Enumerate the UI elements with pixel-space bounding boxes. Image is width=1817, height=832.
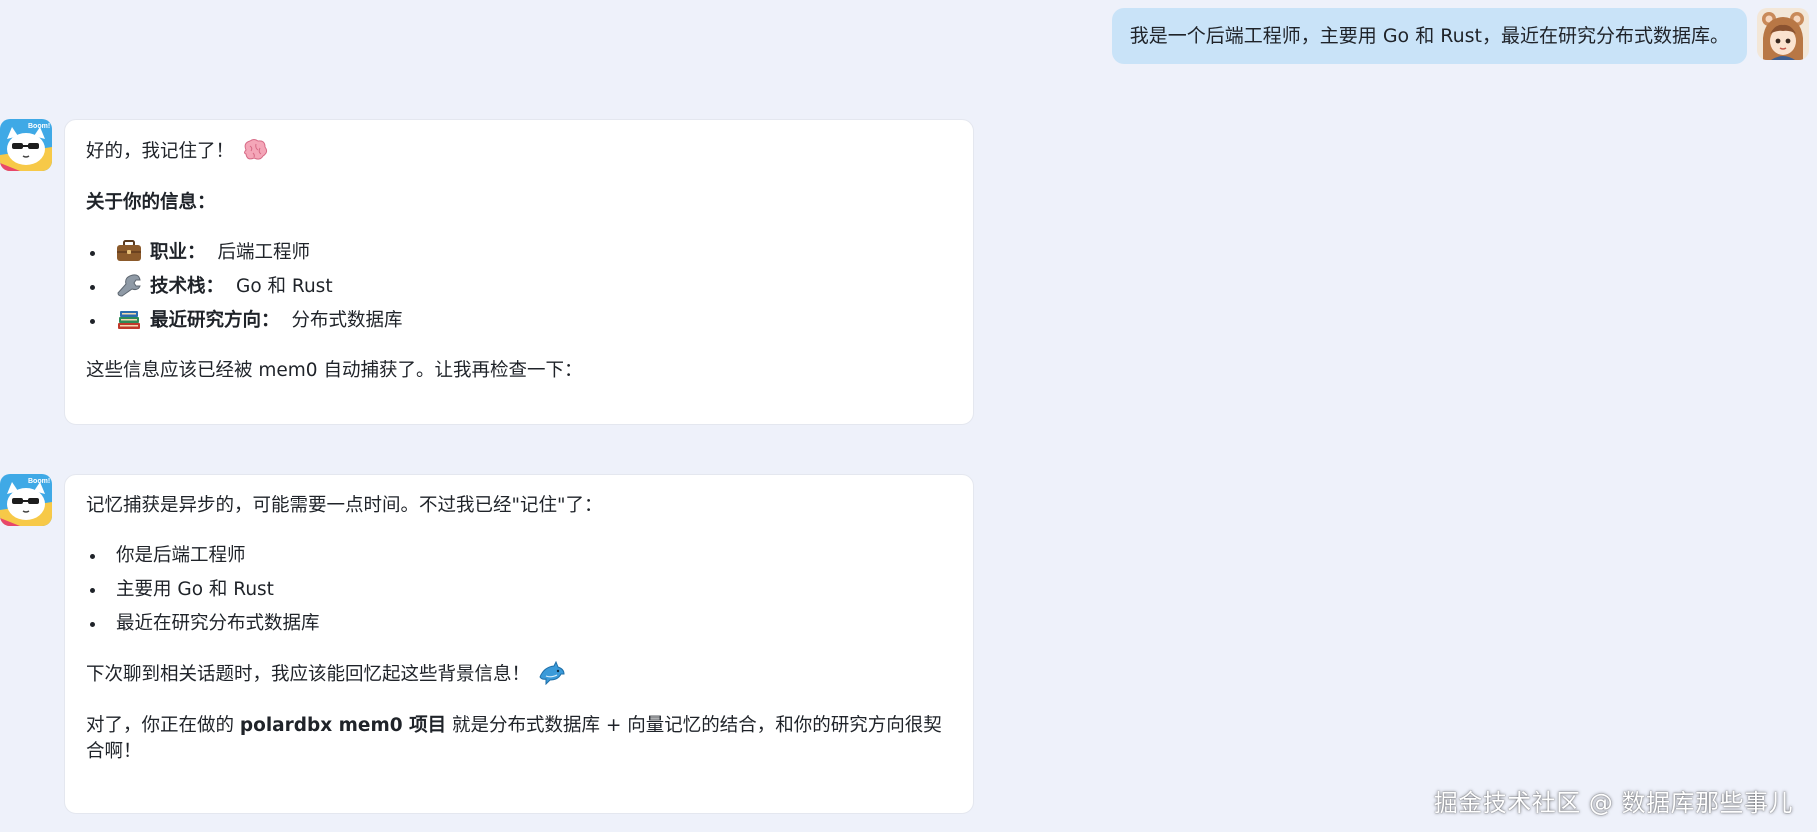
assistant-message-card-2: 记忆捕获是异步的，可能需要一点时间。不过我已经"记住"了： 你是后端工程师 主要… bbox=[64, 474, 974, 814]
svg-text:Boom!: Boom! bbox=[28, 478, 50, 485]
user-message-row: 我是一个后端工程师，主要用 Go 和 Rust，最近在研究分布式数据库。 bbox=[1111, 8, 1809, 64]
memory-list: 你是后端工程师 主要用 Go 和 Rust 最近在研究分布式数据库 bbox=[86, 539, 952, 641]
assistant-avatar[interactable]: Boom! bbox=[0, 119, 52, 171]
list-item: 职业： 后端工程师 bbox=[86, 236, 952, 270]
assistant-message-card-1: 好的，我记住了！ 关于你的信息： 职业： 后端工程师 技术栈： Go 和 Rus… bbox=[64, 119, 974, 425]
user-message-text: 我是一个后端工程师，主要用 Go 和 Rust，最近在研究分布式数据库。 bbox=[1129, 25, 1729, 47]
dolphin-emoji-icon bbox=[538, 660, 566, 693]
assistant-footer: 这些信息应该已经被 mem0 自动捕获了。让我再检查一下： bbox=[86, 360, 583, 381]
closing-text: 对了，你正在做的 polardbx mem0 项目 就是分布式数据库 + 向量记… bbox=[86, 715, 942, 762]
user-avatar[interactable] bbox=[1757, 8, 1809, 60]
list-item: 技术栈： Go 和 Rust bbox=[86, 270, 952, 304]
list-item: 最近研究方向： 分布式数据库 bbox=[86, 304, 952, 338]
info-heading: 关于你的信息： bbox=[86, 192, 216, 213]
assistant-intro: 记忆捕获是异步的，可能需要一点时间。不过我已经"记住"了： bbox=[86, 495, 603, 516]
assistant-intro: 好的，我记住了！ bbox=[86, 138, 952, 170]
list-item: 你是后端工程师 bbox=[86, 539, 952, 573]
assistant-avatar[interactable]: Boom! bbox=[0, 474, 52, 526]
user-message-bubble[interactable]: 我是一个后端工程师，主要用 Go 和 Rust，最近在研究分布式数据库。 bbox=[1111, 8, 1747, 64]
assistant-message-row-2: Boom! 记忆捕获是异步的，可能需要一点时间。不过我已经"记住"了： 你是后端… bbox=[0, 474, 974, 814]
svg-text:Boom!: Boom! bbox=[28, 123, 50, 130]
books-emoji-icon bbox=[116, 307, 142, 343]
info-list: 职业： 后端工程师 技术栈： Go 和 Rust 最近研究方向： 分布式数据库 bbox=[86, 236, 952, 338]
chat-transcript: 我是一个后端工程师，主要用 Go 和 Rust，最近在研究分布式数据库。 Boo… bbox=[0, 0, 1817, 832]
brain-emoji-icon bbox=[242, 138, 268, 170]
next-time-text: 下次聊到相关话题时，我应该能回忆起这些背景信息！ bbox=[86, 660, 952, 693]
list-item: 最近在研究分布式数据库 bbox=[86, 607, 952, 641]
watermark: 掘金技术社区 @ 数据库那些事儿 bbox=[1433, 789, 1793, 817]
list-item: 主要用 Go 和 Rust bbox=[86, 573, 952, 607]
project-name: polardbx mem0 项目 bbox=[239, 715, 447, 736]
assistant-message-row-1: Boom! 好的，我记住了！ 关于你的信息： 职业： 后端工程师 技术栈： Go… bbox=[0, 119, 974, 425]
